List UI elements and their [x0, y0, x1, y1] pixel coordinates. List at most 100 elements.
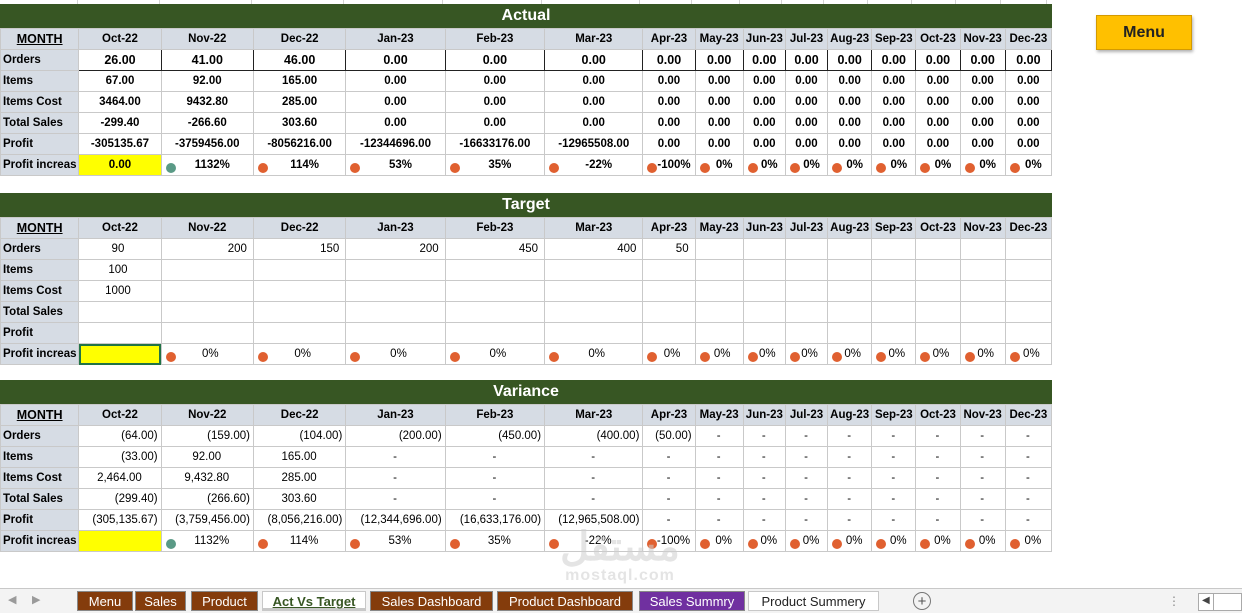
month-column-header[interactable]: Jul-23 [784, 28, 829, 50]
month-column-header[interactable]: Sep-23 [871, 217, 917, 239]
row-label[interactable]: Orders [0, 238, 80, 260]
data-cell[interactable]: 0.00 [345, 70, 446, 92]
data-cell[interactable]: 0.00 [959, 112, 1006, 134]
data-cell[interactable]: 0.00 [1004, 70, 1053, 92]
data-cell[interactable] [642, 259, 696, 281]
month-column-header[interactable]: Oct-22 [78, 217, 162, 239]
sheet-tab[interactable]: Product [191, 591, 258, 611]
data-cell[interactable] [959, 301, 1006, 323]
data-cell[interactable]: - [694, 509, 744, 531]
month-header[interactable]: MONTH [0, 28, 80, 50]
data-cell[interactable] [444, 259, 546, 281]
month-column-header[interactable]: Dec-23 [1004, 217, 1053, 239]
data-cell[interactable] [742, 259, 786, 281]
row-label[interactable]: Orders [0, 425, 80, 447]
month-column-header[interactable]: Dec-23 [1004, 28, 1053, 50]
data-cell[interactable] [345, 301, 446, 323]
data-cell[interactable]: 0.00 [915, 70, 961, 92]
data-cell[interactable]: - [694, 467, 744, 489]
month-column-header[interactable]: Oct-23 [915, 28, 961, 50]
data-cell[interactable]: 285.00 [252, 467, 347, 489]
data-cell[interactable]: 0.00 [871, 112, 917, 134]
data-cell[interactable]: -16633176.00 [444, 133, 546, 155]
month-column-header[interactable]: Jun-23 [742, 404, 786, 426]
profit-increase-cell[interactable]: -100% [642, 154, 696, 176]
data-cell[interactable]: - [827, 467, 873, 489]
data-cell[interactable] [694, 322, 744, 344]
profit-increase-cell[interactable]: 0% [959, 343, 1006, 365]
data-cell[interactable]: -8056216.00 [252, 133, 347, 155]
scrollbar-thumb[interactable] [1213, 594, 1214, 610]
data-cell[interactable]: 0.00 [642, 133, 696, 155]
data-cell[interactable]: 0.00 [694, 70, 744, 92]
data-cell[interactable]: 150 [252, 238, 347, 260]
data-cell[interactable] [444, 322, 546, 344]
month-column-header[interactable]: Nov-23 [959, 404, 1006, 426]
data-cell[interactable]: 200 [160, 238, 254, 260]
row-label[interactable]: Profit increas [0, 154, 80, 176]
data-cell[interactable]: - [742, 446, 786, 468]
data-cell[interactable]: 285.00 [252, 91, 347, 113]
data-cell[interactable]: 0.00 [444, 49, 546, 71]
data-cell[interactable]: 0.00 [544, 112, 644, 134]
month-header[interactable]: MONTH [0, 404, 80, 426]
data-cell[interactable]: - [871, 488, 917, 510]
data-cell[interactable] [742, 301, 786, 323]
data-cell[interactable]: 0.00 [1004, 112, 1053, 134]
data-cell[interactable]: - [915, 425, 961, 447]
data-cell[interactable]: 0.00 [544, 49, 644, 71]
data-cell[interactable]: 9,432.80 [160, 467, 254, 489]
data-cell[interactable]: - [642, 467, 696, 489]
month-column-header[interactable]: Dec-22 [252, 404, 347, 426]
data-cell[interactable]: 0.00 [1004, 49, 1053, 71]
data-cell[interactable]: - [827, 488, 873, 510]
data-cell[interactable]: 0.00 [915, 112, 961, 134]
data-cell[interactable] [544, 322, 644, 344]
data-cell[interactable]: - [959, 425, 1006, 447]
row-label[interactable]: Items Cost [0, 280, 80, 302]
data-cell[interactable]: (200.00) [345, 425, 446, 447]
month-column-header[interactable]: Sep-23 [871, 28, 917, 50]
data-cell[interactable]: 0.00 [642, 70, 696, 92]
data-cell[interactable]: - [871, 467, 917, 489]
data-cell[interactable] [252, 280, 347, 302]
profit-increase-cell[interactable]: 0% [694, 154, 744, 176]
data-cell[interactable] [252, 301, 347, 323]
menu-button[interactable]: Menu [1096, 15, 1192, 50]
profit-increase-cell[interactable]: 0% [827, 343, 873, 365]
data-cell[interactable] [642, 322, 696, 344]
data-cell[interactable]: 0.00 [544, 91, 644, 113]
month-column-header[interactable]: Apr-23 [642, 217, 696, 239]
data-cell[interactable]: 0.00 [827, 70, 873, 92]
data-cell[interactable]: 0.00 [694, 133, 744, 155]
data-cell[interactable]: - [544, 467, 644, 489]
data-cell[interactable]: -3759456.00 [160, 133, 254, 155]
data-cell[interactable]: - [827, 509, 873, 531]
profit-increase-cell[interactable]: 0% [544, 343, 644, 365]
profit-increase-cell[interactable]: 0% [915, 530, 961, 552]
profit-increase-cell[interactable]: 0% [444, 343, 546, 365]
data-cell[interactable]: 0.00 [959, 91, 1006, 113]
data-cell[interactable]: - [827, 446, 873, 468]
data-cell[interactable]: (64.00) [78, 425, 162, 447]
profit-increase-cell[interactable]: 0% [694, 343, 744, 365]
data-cell[interactable] [544, 301, 644, 323]
data-cell[interactable]: - [959, 509, 1006, 531]
profit-increase-cell[interactable]: -100% [642, 530, 696, 552]
profit-increase-cell[interactable]: 114% [252, 154, 347, 176]
data-cell[interactable] [160, 259, 254, 281]
data-cell[interactable]: - [915, 467, 961, 489]
sheet-tab[interactable]: Sales Summry [639, 591, 745, 611]
profit-increase-cell[interactable]: 0% [827, 530, 873, 552]
month-column-header[interactable]: Jan-23 [345, 404, 446, 426]
data-cell[interactable]: 450 [444, 238, 546, 260]
data-cell[interactable] [784, 301, 829, 323]
data-cell[interactable] [544, 259, 644, 281]
month-column-header[interactable]: Aug-23 [827, 217, 873, 239]
data-cell[interactable] [694, 259, 744, 281]
month-column-header[interactable]: Feb-23 [444, 217, 546, 239]
data-cell[interactable]: 0.00 [642, 91, 696, 113]
month-column-header[interactable]: Mar-23 [544, 217, 644, 239]
data-cell[interactable]: - [1004, 446, 1053, 468]
data-cell[interactable]: - [642, 446, 696, 468]
